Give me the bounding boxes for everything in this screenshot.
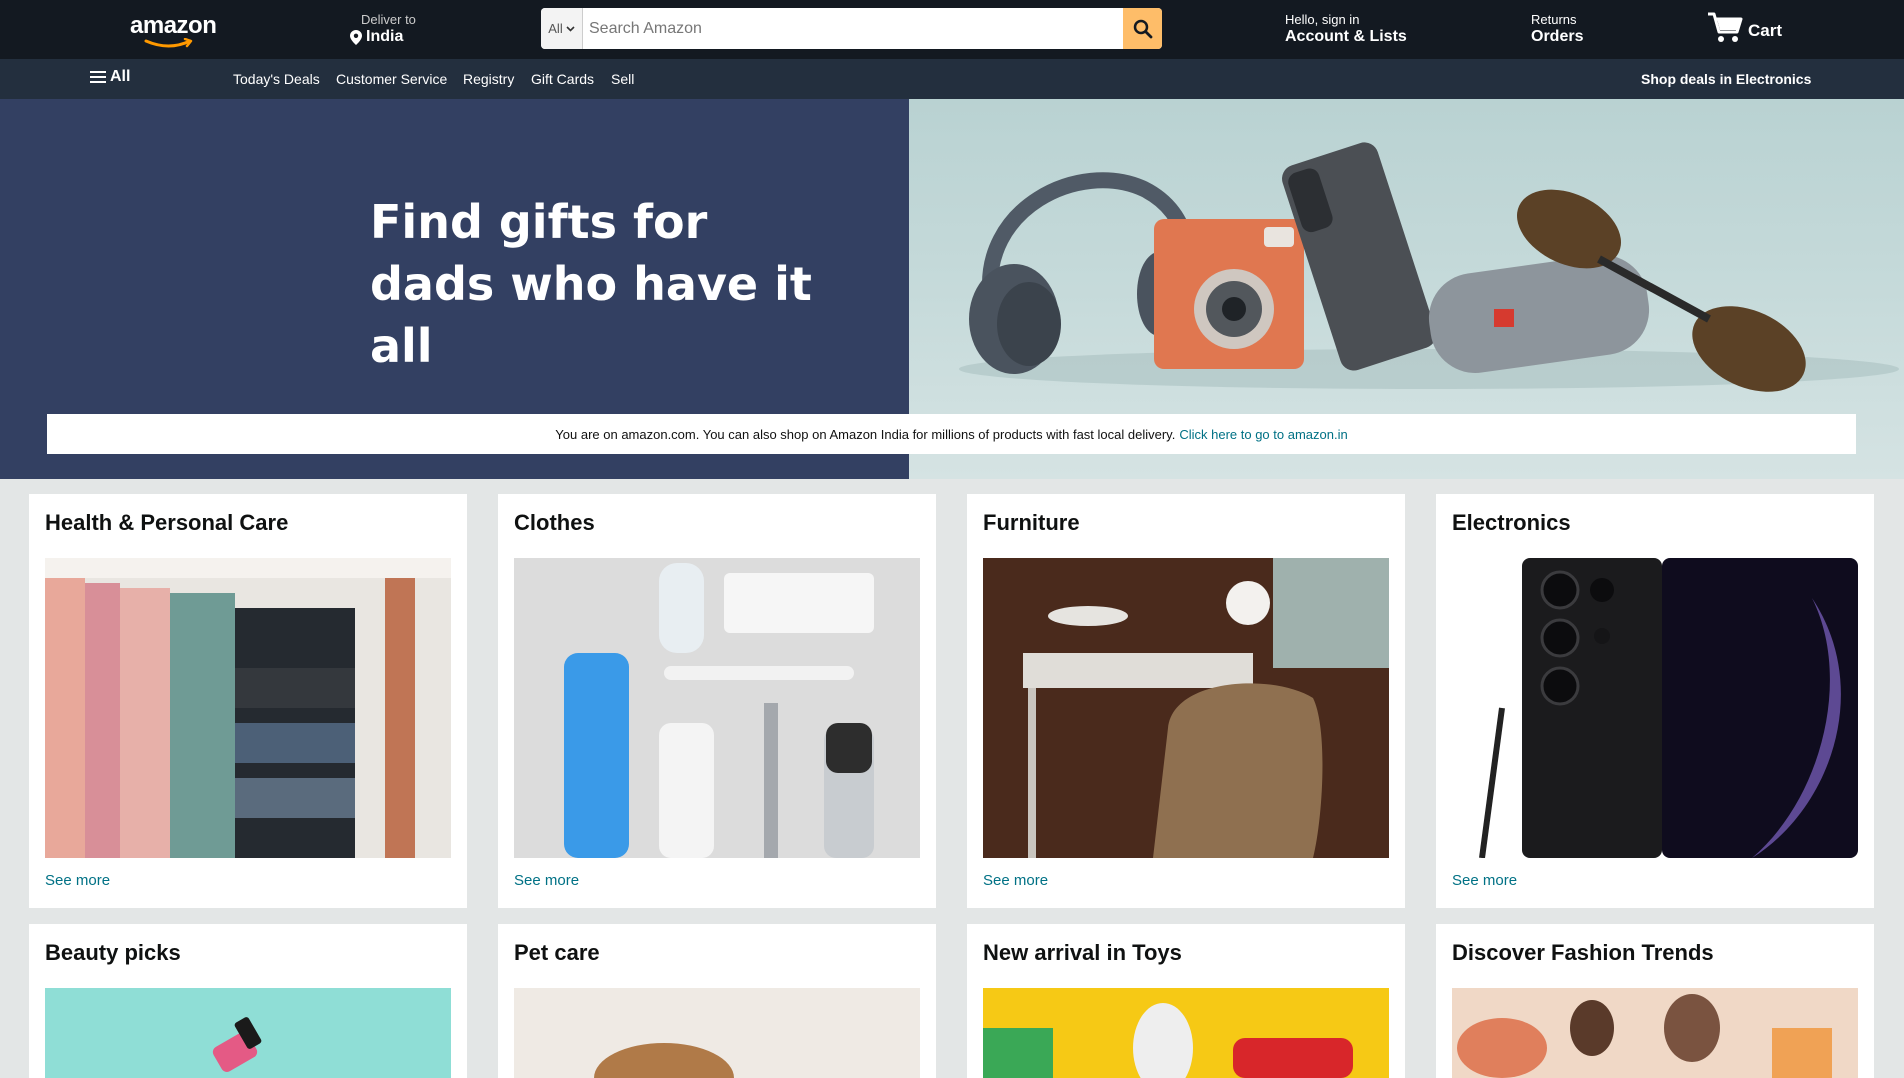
deliver-to-label: Deliver to: [361, 12, 416, 27]
cart-label: Cart: [1748, 21, 1783, 40]
card-image-pet[interactable]: [514, 988, 920, 1078]
amazon-india-notice: You are on amazon.com. You can also shop…: [47, 414, 1856, 454]
search-category-label: All: [548, 21, 563, 36]
deliver-country: India: [366, 28, 404, 45]
card-electronics: Electronics See more: [1436, 494, 1874, 908]
account-lists-label: Account & Lists: [1285, 28, 1407, 45]
see-more-link[interactable]: See more: [514, 872, 579, 889]
search-category-dropdown[interactable]: All: [541, 8, 583, 49]
card-image-furniture[interactable]: [983, 558, 1389, 858]
top-navigation-bar: amazon Deliver to India All H: [0, 0, 1904, 59]
card-furniture: Furniture See more: [967, 494, 1405, 908]
nav-sell[interactable]: Sell: [611, 71, 634, 87]
amazon-logo[interactable]: amazon: [130, 12, 217, 48]
nav-todays-deals[interactable]: Today's Deals: [233, 71, 320, 87]
hero-title: Find gifts for dads who have it all: [370, 191, 890, 377]
card-title: Discover Fashion Trends: [1452, 940, 1714, 965]
all-menu-label: All: [110, 68, 131, 85]
returns-and-orders[interactable]: Returns Orders: [1531, 12, 1583, 46]
see-more-link[interactable]: See more: [45, 872, 110, 889]
cart-button[interactable]: Cart: [1706, 10, 1782, 44]
notice-text: You are on amazon.com. You can also shop…: [555, 426, 1176, 442]
nail-polish-image: [45, 988, 451, 1078]
orders-label: Orders: [1531, 28, 1584, 45]
hero-title-line-1: Find gifts for: [370, 195, 708, 249]
go-to-amazon-in-link[interactable]: Click here to go to amazon.in: [1179, 427, 1347, 442]
search-bar: All: [541, 8, 1162, 49]
card-discover-fashion-trends: Discover Fashion Trends: [1436, 924, 1874, 1078]
card-new-arrival-toys: New arrival in Toys: [967, 924, 1405, 1078]
search-input[interactable]: [583, 8, 1123, 49]
card-image-electronics[interactable]: [1452, 558, 1858, 858]
shop-deals-electronics-link[interactable]: Shop deals in Electronics: [1641, 71, 1811, 87]
search-button[interactable]: [1123, 8, 1162, 49]
card-title: New arrival in Toys: [983, 940, 1182, 965]
hero-carousel[interactable]: Find gifts for dads who have it all You …: [0, 99, 1904, 479]
logo-smile-icon: [144, 38, 193, 48]
account-greeting: Hello, sign in: [1285, 12, 1360, 27]
card-title: Pet care: [514, 940, 600, 965]
card-title: Furniture: [983, 510, 1080, 535]
card-image-health[interactable]: [45, 558, 451, 858]
all-menu-button[interactable]: All: [90, 68, 130, 86]
logo-text: amazon: [130, 12, 217, 39]
deliver-country-row: India: [350, 28, 416, 46]
card-image-toys[interactable]: [983, 988, 1389, 1078]
card-pet-care: Pet care: [498, 924, 936, 1078]
chevron-down-icon: [566, 25, 575, 32]
nav-customer-service[interactable]: Customer Service: [336, 71, 447, 87]
instant-camera-icon: [1154, 219, 1304, 369]
card-image-clothes[interactable]: [514, 558, 920, 858]
see-more-link[interactable]: See more: [983, 872, 1048, 889]
cart-icon: [1708, 12, 1743, 42]
card-health-personal-care: Health & Personal Care See more: [29, 494, 467, 908]
deliver-to-location[interactable]: Deliver to India: [350, 12, 416, 46]
nav-gift-cards[interactable]: Gift Cards: [531, 71, 594, 87]
toys-image: [983, 988, 1389, 1078]
returns-label: Returns: [1531, 12, 1577, 27]
card-title: Clothes: [514, 510, 595, 535]
dog-image: [514, 988, 920, 1078]
fashion-models-image: [1452, 988, 1858, 1078]
account-and-lists[interactable]: Hello, sign in Account & Lists: [1285, 12, 1407, 46]
secondary-navigation-bar: All Today's Deals Customer Service Regis…: [0, 59, 1904, 99]
desk-and-chair-image: [983, 558, 1389, 858]
location-pin-icon: [350, 29, 362, 45]
hero-title-line-2: dads who have it all: [370, 257, 812, 373]
card-title: Health & Personal Care: [45, 510, 289, 535]
see-more-link[interactable]: See more: [1452, 872, 1517, 889]
nav-registry[interactable]: Registry: [463, 71, 514, 87]
card-title: Beauty picks: [45, 940, 181, 965]
card-clothes: Clothes See more: [498, 494, 936, 908]
card-beauty-picks: Beauty picks: [29, 924, 467, 1078]
hamburger-menu-icon: [90, 71, 106, 83]
toiletries-flatlay-image: [514, 558, 920, 858]
towels-on-rack-image: [45, 558, 451, 858]
card-image-beauty[interactable]: [45, 988, 451, 1078]
search-icon: [1133, 19, 1152, 38]
card-title: Electronics: [1452, 510, 1571, 535]
galaxy-phone-image: [1452, 558, 1858, 858]
card-image-fashion[interactable]: [1452, 988, 1858, 1078]
